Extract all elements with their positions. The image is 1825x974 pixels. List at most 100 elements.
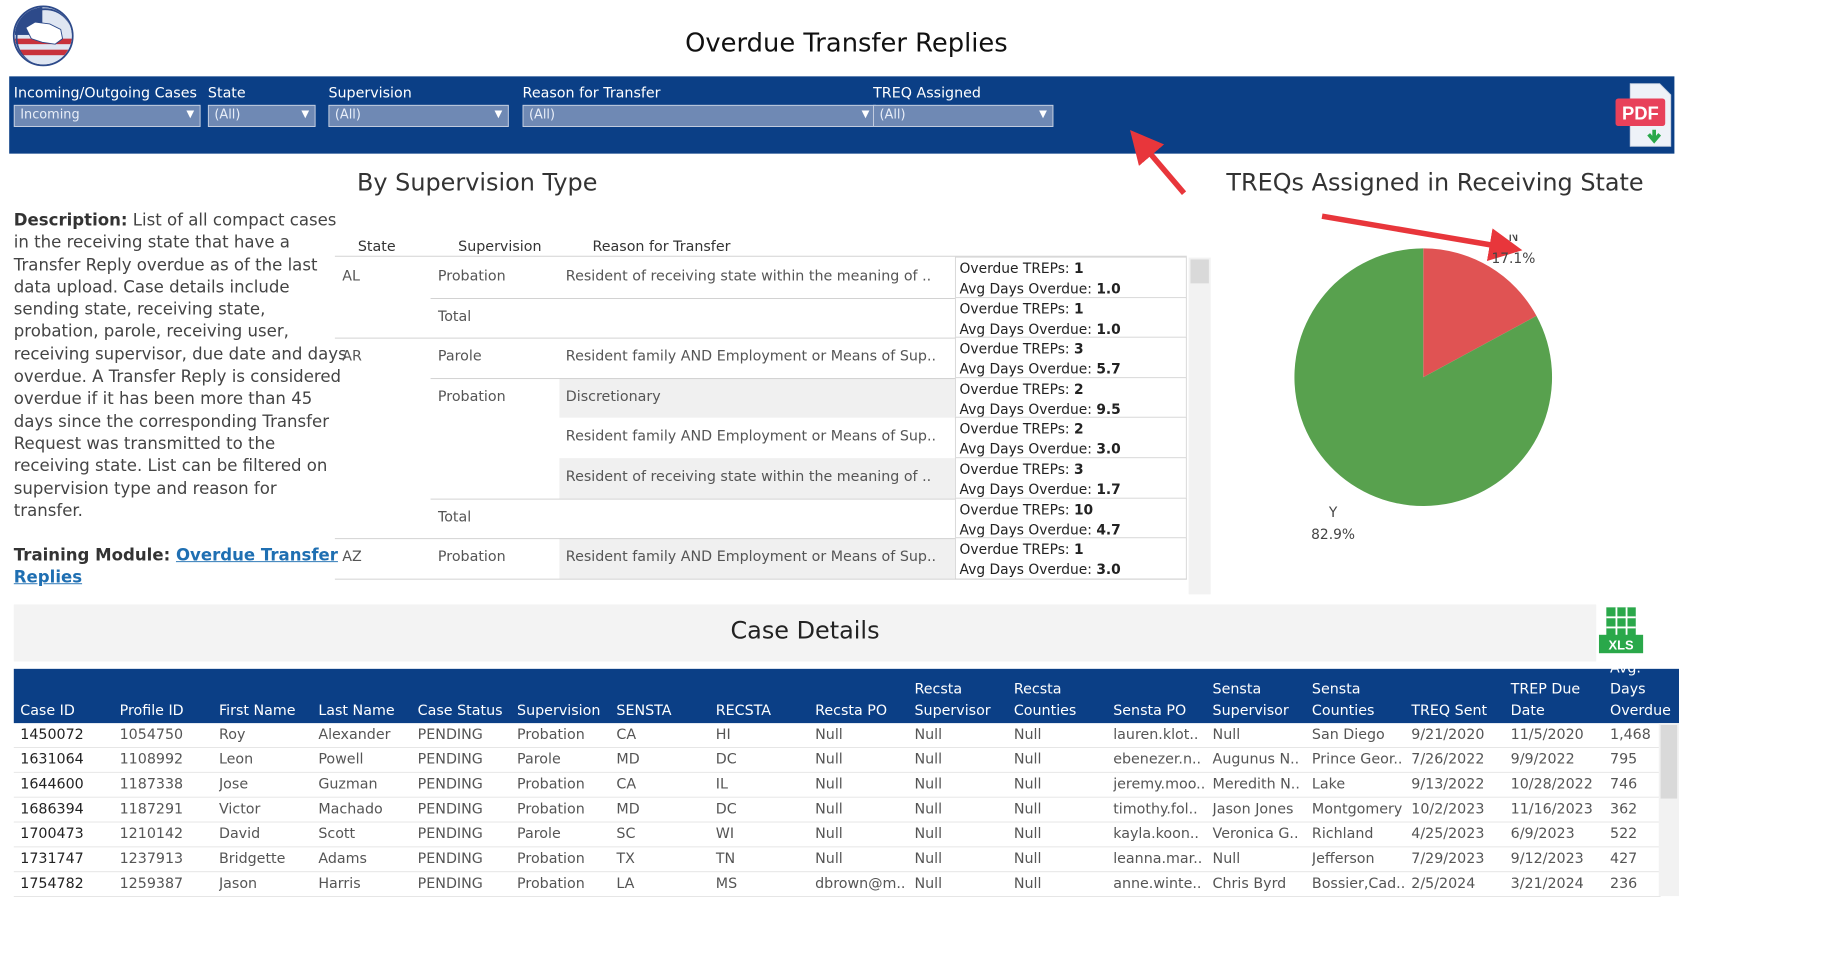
column-header-avg-days-overdue[interactable]: Avg. Days Overdue bbox=[1610, 658, 1679, 721]
table-cell: Null bbox=[1212, 725, 1241, 743]
table-row[interactable]: 1644600 1187338 Jose Guzman PENDING Probation… bbox=[13, 773, 1661, 798]
column-header-sensta-po[interactable]: Sensta PO bbox=[1113, 700, 1212, 721]
table-cell: Jason Jones bbox=[1212, 800, 1294, 817]
column-header-case-status[interactable]: Case Status bbox=[418, 700, 517, 721]
table-cell: SC bbox=[616, 825, 636, 842]
table-cell: Bridgette bbox=[218, 850, 286, 867]
table-row[interactable]: 1700473 1210142 David Scott PENDING Parole SC W… bbox=[13, 822, 1661, 848]
cell-reason: Resident of receiving state within the m… bbox=[565, 267, 932, 285]
table-cell: 362 bbox=[1610, 800, 1638, 817]
column-header-sensta-counties[interactable]: Sensta Counties bbox=[1312, 679, 1411, 721]
table-cell: Null bbox=[914, 800, 943, 817]
table-cell: Veronica G.. bbox=[1212, 825, 1299, 842]
table-cell: 4/25/2023 bbox=[1411, 825, 1485, 842]
overdue-label: Overdue TREPs: bbox=[959, 300, 1074, 318]
column-header-trep-due-date[interactable]: TREP Due Date bbox=[1511, 679, 1610, 721]
column-header-sensta[interactable]: SENSTA bbox=[616, 700, 715, 721]
table-cell: 1686394 bbox=[20, 800, 84, 817]
cell-reason: Resident family AND Employment or Means … bbox=[565, 548, 937, 566]
table-bottom-line bbox=[334, 578, 1187, 580]
training-module-label: Training Module: bbox=[13, 545, 176, 566]
column-header-sensta-supervisor[interactable]: Sensta Supervisor bbox=[1213, 679, 1312, 721]
column-header-last-name[interactable]: Last Name bbox=[318, 700, 417, 721]
table-cell: David bbox=[218, 825, 261, 842]
table-cell: Adams bbox=[318, 850, 367, 867]
table-cell: Prince Geor.. bbox=[1311, 750, 1403, 768]
table-cell: Parole bbox=[517, 825, 561, 842]
table-row[interactable]: 1686394 1187291 Victor Machado PENDING Probat… bbox=[13, 798, 1661, 823]
overdue-summary: Overdue TREPs: 1 Avg Days Overdue: 3.0 bbox=[954, 537, 1187, 580]
scrollbar-thumb[interactable] bbox=[1660, 724, 1678, 799]
table-cell: Null bbox=[815, 725, 843, 743]
table-row[interactable]: 1731747 1237913 Bridgette Adams PENDING Proba… bbox=[13, 847, 1661, 873]
pie-category-label: N bbox=[1508, 235, 1518, 245]
table-cell: 1700473 bbox=[20, 825, 84, 842]
table-cell: Null bbox=[815, 825, 843, 842]
row-divider bbox=[430, 498, 955, 500]
column-header-profile-id[interactable]: Profile ID bbox=[120, 700, 219, 721]
supervision-scrollbar[interactable] bbox=[1188, 257, 1211, 595]
table-cell: 9/12/2023 bbox=[1510, 850, 1584, 867]
overdue-label: Overdue TREPs: bbox=[959, 380, 1074, 398]
cell-reason: Discretionary bbox=[565, 388, 661, 405]
table-cell: 11/16/2023 bbox=[1510, 800, 1593, 817]
cell-reason: Resident of receiving state within the m… bbox=[565, 468, 932, 485]
case-details-table-header: Case ID Profile ID First Name Last Name Case… bbox=[13, 660, 1679, 724]
annotation-arrow bbox=[1130, 130, 1187, 195]
table-cell: 1754782 bbox=[20, 874, 84, 892]
case-details-scrollbar[interactable] bbox=[1658, 723, 1679, 897]
column-header-treq-sent[interactable]: TREQ Sent bbox=[1411, 700, 1510, 721]
table-cell: 10/28/2022 bbox=[1510, 775, 1593, 793]
table-cell: Meredith N.. bbox=[1212, 775, 1300, 793]
avg-days-value: 1.7 bbox=[1096, 481, 1121, 498]
scrollbar-thumb[interactable] bbox=[1190, 259, 1209, 284]
column-header-supervision[interactable]: Supervision bbox=[517, 700, 616, 721]
table-cell: Null bbox=[815, 800, 843, 817]
overdue-label: Overdue TREPs: bbox=[959, 260, 1074, 277]
treq-assigned-pie-chart[interactable]: N 17.1% Y 82.9% bbox=[1288, 235, 1619, 585]
avg-days-value: 3.0 bbox=[1096, 441, 1121, 458]
table-cell: 1450072 bbox=[20, 725, 84, 743]
table-row[interactable]: 1754782 1259387 Jason Harris PENDING Probatio… bbox=[13, 872, 1661, 897]
table-cell: Null bbox=[1212, 850, 1241, 867]
table-cell: 1187291 bbox=[119, 800, 184, 817]
avg-days-label: Avg Days Overdue: bbox=[959, 481, 1097, 498]
table-cell: HI bbox=[715, 725, 731, 743]
column-header-recsta-po[interactable]: Recsta PO bbox=[815, 700, 914, 721]
column-header-recsta[interactable]: RECSTA bbox=[716, 700, 815, 721]
case-details-title: Case Details bbox=[730, 617, 880, 645]
column-header-first-name[interactable]: First Name bbox=[219, 700, 318, 721]
table-cell: Victor bbox=[218, 800, 261, 817]
table-row[interactable]: 1631064 1108992 Leon Powell PENDING Parole MD D… bbox=[13, 748, 1661, 773]
xls-download-icon[interactable]: XLS bbox=[1597, 607, 1645, 655]
column-header-case-id[interactable]: Case ID bbox=[20, 700, 119, 721]
cell-reason: Resident family AND Employment or Means … bbox=[565, 428, 937, 445]
avg-days-label: Avg Days Overdue: bbox=[959, 360, 1097, 378]
table-cell: MD bbox=[616, 750, 640, 768]
table-cell: PENDING bbox=[417, 775, 483, 793]
table-cell: Null bbox=[914, 750, 943, 768]
table-cell: 1108992 bbox=[119, 750, 184, 768]
column-header-reason: Reason for Transfer bbox=[592, 238, 731, 255]
table-cell: 522 bbox=[1610, 825, 1638, 842]
table-cell: PENDING bbox=[417, 850, 483, 867]
cell-reason: Resident family AND Employment or Means … bbox=[565, 347, 937, 365]
pie-chart-title: TREQs Assigned in Receiving State bbox=[1226, 169, 1644, 197]
description-label: Description: bbox=[13, 210, 128, 230]
column-header-recsta-supervisor[interactable]: Recsta Supervisor bbox=[914, 679, 1013, 721]
avg-days-value: 5.7 bbox=[1096, 360, 1121, 378]
row-divider bbox=[430, 377, 955, 379]
table-cell: PENDING bbox=[417, 725, 483, 743]
table-cell: Null bbox=[1013, 750, 1042, 768]
table-cell: Parole bbox=[517, 750, 561, 768]
column-header-recsta-counties[interactable]: Recsta Counties bbox=[1014, 679, 1113, 721]
avg-days-value: 1.0 bbox=[1096, 280, 1121, 298]
table-cell: 1631064 bbox=[20, 750, 84, 768]
table-cell: Null bbox=[1013, 775, 1042, 793]
table-cell: 6/9/2023 bbox=[1510, 825, 1575, 842]
table-cell: 9/13/2022 bbox=[1411, 775, 1485, 793]
table-cell: 746 bbox=[1610, 775, 1638, 793]
table-cell: MS bbox=[715, 874, 738, 892]
overdue-value: 3 bbox=[1073, 460, 1084, 478]
table-row[interactable]: 1450072 1054750 Roy Alexander PENDING Probati… bbox=[13, 723, 1661, 748]
